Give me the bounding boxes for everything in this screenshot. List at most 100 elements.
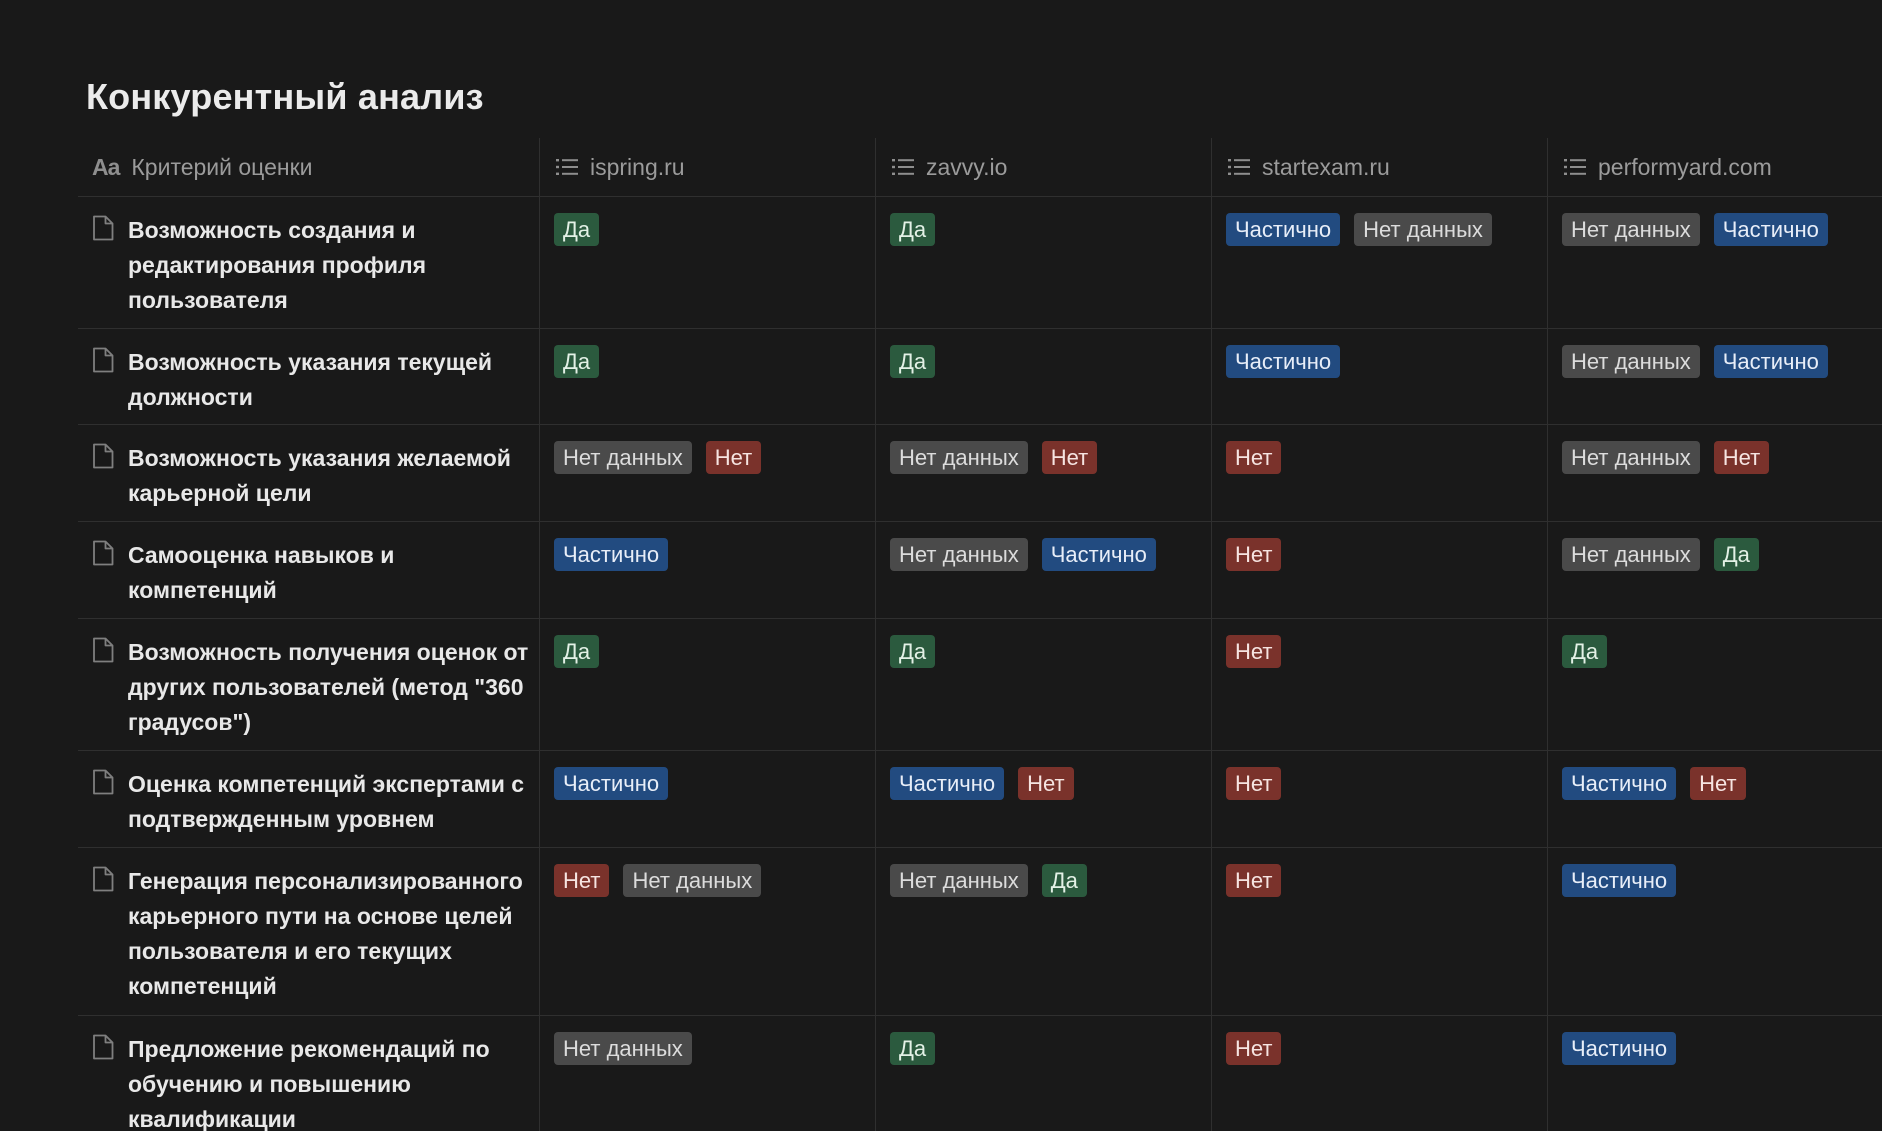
select-cell[interactable]: Частично xyxy=(1548,848,1882,1015)
status-tag: Нет xyxy=(1226,538,1282,571)
select-cell[interactable]: Частично Нет xyxy=(876,751,1212,847)
status-tag: Нет xyxy=(1226,864,1282,897)
select-cell[interactable]: Нет xyxy=(1212,1016,1548,1131)
select-cell[interactable]: Частично xyxy=(1212,329,1548,424)
column-header-label: performyard.com xyxy=(1598,153,1772,180)
status-tag: Нет данных xyxy=(623,864,762,897)
column-header-ispring[interactable]: ispring.ru xyxy=(540,138,876,196)
select-cell[interactable]: Нет xyxy=(1212,425,1548,521)
status-tag: Нет данных xyxy=(890,538,1028,571)
column-header-startexam[interactable]: startexam.ru xyxy=(1212,138,1548,196)
select-cell[interactable]: Да xyxy=(540,197,876,328)
select-cell[interactable]: Частично xyxy=(1548,1016,1882,1131)
column-header-zavvy[interactable]: zavvy.io xyxy=(876,138,1212,196)
comparison-table: Aa Критерий оценки ispring.ru zavvy.io s… xyxy=(78,138,1882,1131)
criterion-cell[interactable]: Возможность указания желаемой карьерной … xyxy=(78,425,540,521)
status-tag: Нет данных xyxy=(1562,441,1700,474)
select-cell[interactable]: Нет данных Частично xyxy=(1548,197,1882,328)
select-cell[interactable]: Нет Нет данных xyxy=(540,848,876,1015)
page-icon xyxy=(92,443,114,511)
criterion-cell[interactable]: Самооценка навыков и компетенций xyxy=(78,522,540,618)
select-cell[interactable]: Нет данных Частично xyxy=(1548,329,1882,424)
status-tag: Частично xyxy=(1226,213,1341,246)
page-icon xyxy=(92,866,114,1005)
select-cell[interactable]: Нет данных Нет xyxy=(876,425,1212,521)
select-cell[interactable]: Нет xyxy=(1212,522,1548,618)
select-cell[interactable]: Да xyxy=(540,619,876,750)
text-property-icon: Aa xyxy=(92,153,120,180)
select-cell[interactable]: Частично xyxy=(540,751,876,847)
select-cell[interactable]: Нет данных xyxy=(540,1016,876,1131)
criterion-cell[interactable]: Возможность создания и редактирования пр… xyxy=(78,197,540,328)
criterion-text: Самооценка навыков и компетенций xyxy=(128,542,395,603)
status-tag: Частично xyxy=(1041,538,1156,571)
select-cell[interactable]: Нет данных Да xyxy=(1548,522,1882,618)
page-icon xyxy=(92,769,114,837)
status-tag: Частично xyxy=(1562,1032,1677,1065)
status-tag: Нет xyxy=(1713,441,1770,474)
select-cell[interactable]: Нет xyxy=(1212,619,1548,750)
status-tag: Нет xyxy=(554,864,610,897)
status-tag: Нет данных xyxy=(1562,213,1700,246)
table-row[interactable]: Возможность указания желаемой карьерной … xyxy=(78,425,1882,522)
status-tag: Частично xyxy=(1713,345,1828,378)
criterion-text: Возможность указания текущей должности xyxy=(128,349,493,410)
select-cell[interactable]: Да xyxy=(876,197,1212,328)
status-tag: Да xyxy=(890,213,936,246)
table-row[interactable]: Оценка компетенций экспертами с подтверж… xyxy=(78,751,1882,848)
page-icon xyxy=(92,540,114,608)
criterion-cell[interactable]: Возможность получения оценок от других п… xyxy=(78,619,540,750)
select-cell[interactable]: Да xyxy=(1548,619,1882,750)
select-cell[interactable]: Частично xyxy=(540,522,876,618)
status-tag: Да xyxy=(1713,538,1759,571)
table-body: Возможность создания и редактирования пр… xyxy=(78,197,1882,1131)
status-tag: Да xyxy=(1562,635,1608,668)
status-tag: Нет xyxy=(1041,441,1098,474)
criterion-text: Возможность создания и редактирования пр… xyxy=(128,217,427,313)
list-icon xyxy=(1564,157,1586,177)
column-header-criterion[interactable]: Aa Критерий оценки xyxy=(78,138,540,196)
table-row[interactable]: Предложение рекомендаций по обучению и п… xyxy=(78,1016,1882,1131)
criterion-text: Оценка компетенций экспертами с подтверж… xyxy=(128,771,525,832)
page-title: Конкурентный анализ xyxy=(86,76,484,117)
page-icon xyxy=(92,215,114,318)
select-cell[interactable]: Да xyxy=(876,619,1212,750)
status-tag: Да xyxy=(554,345,600,378)
status-tag: Нет данных xyxy=(890,441,1028,474)
table-row[interactable]: Возможность указания текущей должности Да… xyxy=(78,329,1882,425)
criterion-cell[interactable]: Генерация персонализированного карьерног… xyxy=(78,848,540,1015)
select-cell[interactable]: Нет данных Нет xyxy=(1548,425,1882,521)
status-tag: Нет xyxy=(1226,767,1282,800)
status-tag: Нет данных xyxy=(554,441,692,474)
status-tag: Да xyxy=(890,345,936,378)
select-cell[interactable]: Да xyxy=(876,329,1212,424)
select-cell[interactable]: Нет данных Нет xyxy=(540,425,876,521)
list-icon xyxy=(892,157,914,177)
select-cell[interactable]: Частично Нет данных xyxy=(1212,197,1548,328)
select-cell[interactable]: Частично Нет xyxy=(1548,751,1882,847)
list-icon xyxy=(1228,157,1250,177)
table-row[interactable]: Возможность создания и редактирования пр… xyxy=(78,197,1882,329)
status-tag: Нет xyxy=(1226,441,1282,474)
criterion-cell[interactable]: Предложение рекомендаций по обучению и п… xyxy=(78,1016,540,1131)
table-row[interactable]: Самооценка навыков и компетенций Частично… xyxy=(78,522,1882,619)
select-cell[interactable]: Нет xyxy=(1212,848,1548,1015)
status-tag: Да xyxy=(554,635,600,668)
select-cell[interactable]: Нет данных Частично xyxy=(876,522,1212,618)
select-cell[interactable]: Нет данных Да xyxy=(876,848,1212,1015)
page-icon xyxy=(92,1034,114,1125)
table-row[interactable]: Возможность получения оценок от других п… xyxy=(78,619,1882,751)
select-cell[interactable]: Да xyxy=(540,329,876,424)
status-tag: Нет xyxy=(1690,767,1746,800)
select-cell[interactable]: Да xyxy=(876,1016,1212,1131)
column-header-performyard[interactable]: performyard.com xyxy=(1548,138,1882,196)
status-tag: Нет данных xyxy=(890,864,1028,897)
page-icon xyxy=(92,347,114,414)
table-header-row: Aa Критерий оценки ispring.ru zavvy.io s… xyxy=(78,138,1882,197)
status-tag: Нет xyxy=(1226,1032,1282,1065)
criterion-cell[interactable]: Оценка компетенций экспертами с подтверж… xyxy=(78,751,540,847)
table-row[interactable]: Генерация персонализированного карьерног… xyxy=(78,848,1882,1016)
criterion-text: Генерация персонализированного карьерног… xyxy=(128,868,523,999)
criterion-cell[interactable]: Возможность указания текущей должности xyxy=(78,329,540,424)
select-cell[interactable]: Нет xyxy=(1212,751,1548,847)
